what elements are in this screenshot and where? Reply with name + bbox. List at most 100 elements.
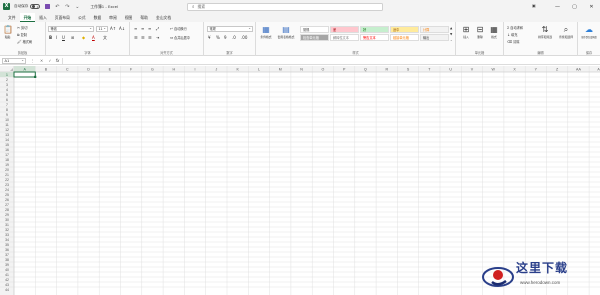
row-header[interactable]: 27 bbox=[5, 203, 9, 207]
column-header[interactable]: D bbox=[87, 68, 90, 72]
row-header[interactable]: 36 bbox=[5, 248, 9, 252]
column-header[interactable]: H bbox=[172, 68, 175, 72]
column-header[interactable]: Q bbox=[364, 68, 367, 72]
fill-button[interactable]: ↓ 填充 bbox=[507, 32, 517, 38]
column-header[interactable]: R bbox=[385, 68, 388, 72]
merge-center-button[interactable]: ⇔ 合并后居中 bbox=[170, 35, 190, 41]
column-header[interactable]: C bbox=[66, 68, 69, 72]
row-header[interactable]: 14 bbox=[5, 138, 9, 142]
row-header[interactable]: 5 bbox=[6, 93, 8, 97]
column-header[interactable]: N bbox=[300, 68, 303, 72]
row-header[interactable]: 4 bbox=[6, 88, 8, 92]
row-header[interactable]: 37 bbox=[5, 253, 9, 257]
cell-style-item[interactable]: 计算 bbox=[420, 26, 449, 33]
selected-cell[interactable] bbox=[13, 71, 36, 78]
tab-2[interactable]: 插入 bbox=[35, 13, 51, 22]
percent-button[interactable]: % bbox=[216, 35, 220, 40]
align-bottom-icon[interactable]: ≡ bbox=[148, 26, 151, 31]
row-header[interactable]: 22 bbox=[5, 178, 9, 182]
align-center-icon[interactable]: ☰ bbox=[141, 35, 145, 40]
indent-icon[interactable]: ⇥ bbox=[156, 35, 159, 40]
column-header[interactable]: I bbox=[195, 68, 196, 72]
cell-style-item[interactable]: 解释性文本 bbox=[330, 34, 359, 41]
orientation-icon[interactable]: ⤢ bbox=[156, 26, 159, 31]
autosum-button[interactable]: Σ 自动求和 bbox=[507, 25, 523, 31]
row-header[interactable]: 3 bbox=[6, 83, 8, 87]
tab-4[interactable]: 公式 bbox=[74, 13, 90, 22]
tab-7[interactable]: 视图 bbox=[121, 13, 137, 22]
cell-style-item[interactable]: 适中 bbox=[390, 26, 419, 33]
cell-style-item[interactable]: 输出 bbox=[420, 34, 449, 41]
row-header[interactable]: 1 bbox=[6, 73, 8, 77]
minimize-button[interactable]: — bbox=[549, 0, 566, 13]
row-header[interactable]: 40 bbox=[5, 268, 9, 272]
column-header[interactable]: L bbox=[258, 68, 260, 72]
cell-style-item[interactable]: 好 bbox=[360, 26, 389, 33]
format-painter-button[interactable]: 🖌 格式刷 bbox=[17, 39, 32, 45]
row-header[interactable]: 23 bbox=[5, 183, 9, 187]
decrease-decimal-icon[interactable]: .00 bbox=[241, 35, 247, 40]
align-left-icon[interactable]: ☰ bbox=[134, 35, 138, 40]
save-icon[interactable] bbox=[45, 4, 51, 9]
row-header[interactable]: 39 bbox=[5, 263, 9, 267]
align-middle-icon[interactable]: ≡ bbox=[141, 26, 144, 31]
tab-1[interactable]: 开始 bbox=[19, 13, 36, 22]
wrap-text-button[interactable]: ↵ 自动换行 bbox=[170, 26, 187, 32]
column-header[interactable]: M bbox=[279, 68, 282, 72]
fill-handle[interactable] bbox=[34, 75, 37, 78]
insert-cells-button[interactable]: ⊞ 插入 bbox=[460, 25, 472, 39]
format-as-table-button[interactable]: ▤ 套用表格格式 bbox=[276, 25, 296, 39]
row-header[interactable]: 30 bbox=[5, 218, 9, 222]
column-header[interactable]: AA bbox=[576, 68, 581, 72]
row-header[interactable]: 12 bbox=[5, 128, 9, 132]
row-header[interactable]: 32 bbox=[5, 228, 9, 232]
search-box[interactable]: ⌕ 搜索 bbox=[187, 2, 383, 11]
italic-button[interactable]: I bbox=[56, 35, 57, 40]
grow-font-icon[interactable]: A↑ bbox=[110, 26, 116, 31]
currency-icon[interactable]: ¥ bbox=[208, 35, 211, 40]
column-header[interactable]: U bbox=[449, 68, 452, 72]
row-header[interactable]: 17 bbox=[5, 153, 9, 157]
row-header[interactable]: 13 bbox=[5, 133, 9, 137]
column-header[interactable]: G bbox=[151, 68, 154, 72]
font-color-icon[interactable]: A bbox=[92, 35, 95, 40]
phonetic-icon[interactable]: 文 bbox=[103, 35, 107, 41]
underline-button[interactable]: U bbox=[62, 35, 65, 40]
cell-style-item[interactable]: 常规 bbox=[300, 26, 329, 33]
align-right-icon[interactable]: ☰ bbox=[148, 35, 152, 40]
ribbon-display-icon[interactable]: ▣ bbox=[532, 3, 542, 10]
row-header[interactable]: 11 bbox=[5, 123, 9, 127]
find-select-button[interactable]: ⌕ 查找和选择 bbox=[557, 25, 575, 39]
conditional-format-button[interactable]: ▦ 条件格式 bbox=[258, 25, 274, 39]
gallery-up-icon[interactable]: ▲ bbox=[450, 26, 452, 30]
row-header[interactable]: 34 bbox=[5, 238, 9, 242]
column-header[interactable]: O bbox=[321, 68, 324, 72]
autosave-toggle[interactable]: 关 bbox=[30, 4, 41, 9]
column-header[interactable]: J bbox=[215, 68, 217, 72]
row-header[interactable]: 33 bbox=[5, 233, 9, 237]
column-header[interactable]: W bbox=[492, 68, 496, 72]
row-header[interactable]: 9 bbox=[6, 113, 8, 117]
formula-buttons[interactable]: ⋮ ✕ ✓ bbox=[31, 58, 54, 63]
row-header[interactable]: 26 bbox=[5, 198, 9, 202]
bold-button[interactable]: B bbox=[49, 35, 52, 40]
paste-button[interactable]: 📋 粘贴 bbox=[3, 25, 13, 39]
font-size-select[interactable]: 11 bbox=[96, 26, 108, 32]
row-header[interactable]: 19 bbox=[5, 163, 9, 167]
save-to-cloud-button[interactable]: ☁ 保存到百度网盘 bbox=[580, 25, 598, 39]
row-header[interactable]: 28 bbox=[5, 208, 9, 212]
close-button[interactable]: ✕ bbox=[583, 0, 600, 13]
row-header[interactable]: 25 bbox=[5, 193, 9, 197]
cell-style-item[interactable]: 链接单元格 bbox=[390, 34, 419, 41]
row-header[interactable]: 21 bbox=[5, 173, 9, 177]
row-header[interactable]: 31 bbox=[5, 223, 9, 227]
border-icon[interactable]: ⊞ bbox=[71, 35, 74, 40]
row-header[interactable]: 42 bbox=[5, 278, 9, 282]
gallery-more-icon[interactable]: ⌄ bbox=[450, 38, 453, 42]
redo-icon[interactable]: ↷ bbox=[64, 4, 70, 10]
delete-cells-button[interactable]: ⊟ 删除 bbox=[474, 25, 486, 39]
row-header[interactable]: 38 bbox=[5, 258, 9, 262]
cut-button[interactable]: ✂ 剪切 bbox=[17, 25, 27, 31]
align-top-icon[interactable]: ≡ bbox=[134, 26, 137, 31]
cell-style-item[interactable]: 检查单元格 bbox=[300, 34, 329, 41]
